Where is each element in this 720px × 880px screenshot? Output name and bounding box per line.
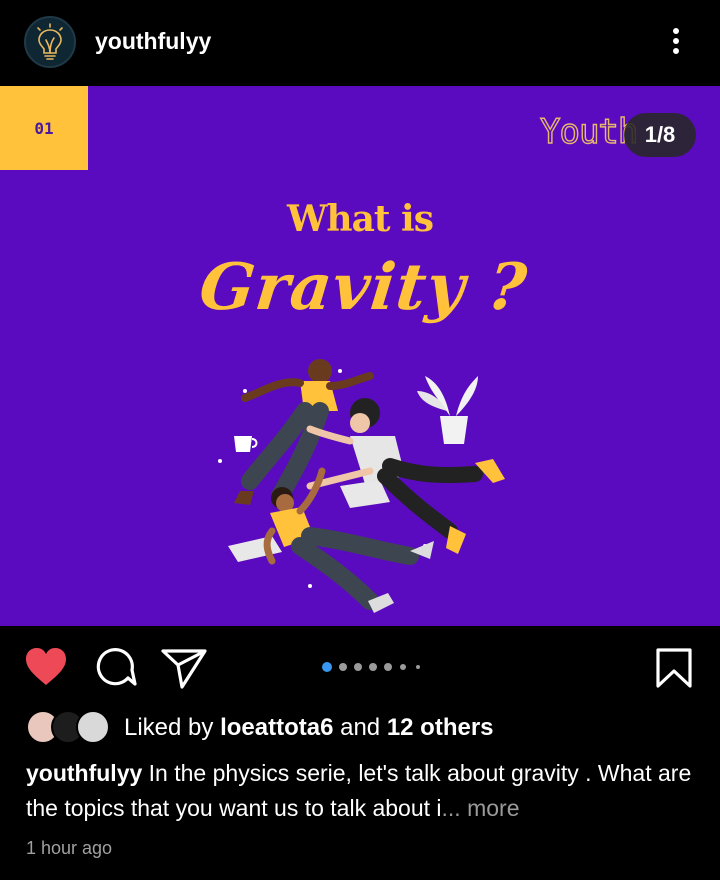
send-icon[interactable]: [160, 647, 208, 689]
cup-icon: [234, 436, 258, 452]
carousel-dot: [384, 663, 392, 671]
liker-avatar[interactable]: [76, 710, 110, 744]
likes-others[interactable]: 12 others: [387, 714, 494, 741]
carousel-counter: 1/8: [624, 113, 696, 157]
caption-more-link[interactable]: more: [461, 795, 519, 821]
post-title-line2: Gravity ?: [196, 250, 531, 325]
post-header: youthfulyy: [0, 0, 720, 86]
bookmark-icon[interactable]: [655, 647, 693, 689]
carousel-dot: [339, 663, 347, 671]
post-image[interactable]: 01 Youth 1/8 What is Gravity ?: [0, 86, 720, 626]
carousel-dot: [416, 665, 420, 669]
post-username[interactable]: youthfulyy: [95, 28, 211, 55]
lightbulb-icon: [37, 23, 63, 60]
caption-username[interactable]: youthfulyy: [26, 760, 142, 786]
carousel-dot-active: [322, 662, 332, 672]
caption-ellipsis: ...: [441, 795, 461, 821]
likes-row: Liked by loeattota6 and 12 others: [26, 710, 706, 746]
carousel-dot: [369, 663, 377, 671]
profile-avatar[interactable]: [24, 16, 76, 68]
person-middle: [306, 398, 505, 554]
carousel-dot: [354, 663, 362, 671]
comment-icon[interactable]: [95, 646, 137, 688]
floating-people-illustration: [218, 359, 505, 613]
likes-middle: and: [333, 714, 387, 741]
post-timestamp: 1 hour ago: [26, 838, 113, 858]
slide-number-tag: 01: [0, 86, 88, 170]
plant-icon: [417, 376, 478, 444]
heart-filled-icon[interactable]: [24, 647, 68, 687]
post-title-line1: What is: [286, 198, 434, 240]
post-caption: youthfulyy In the physics serie, let's t…: [26, 756, 706, 826]
person-top: [234, 359, 374, 505]
liker-username[interactable]: loeattota6: [220, 714, 333, 741]
more-vertical-icon[interactable]: [664, 26, 688, 58]
carousel-dot: [400, 664, 406, 670]
likes-prefix: Liked by: [124, 714, 221, 741]
brand-watermark: Youth: [539, 111, 639, 152]
likes-summary[interactable]: Liked by loeattota6 and 12 others: [124, 714, 494, 742]
